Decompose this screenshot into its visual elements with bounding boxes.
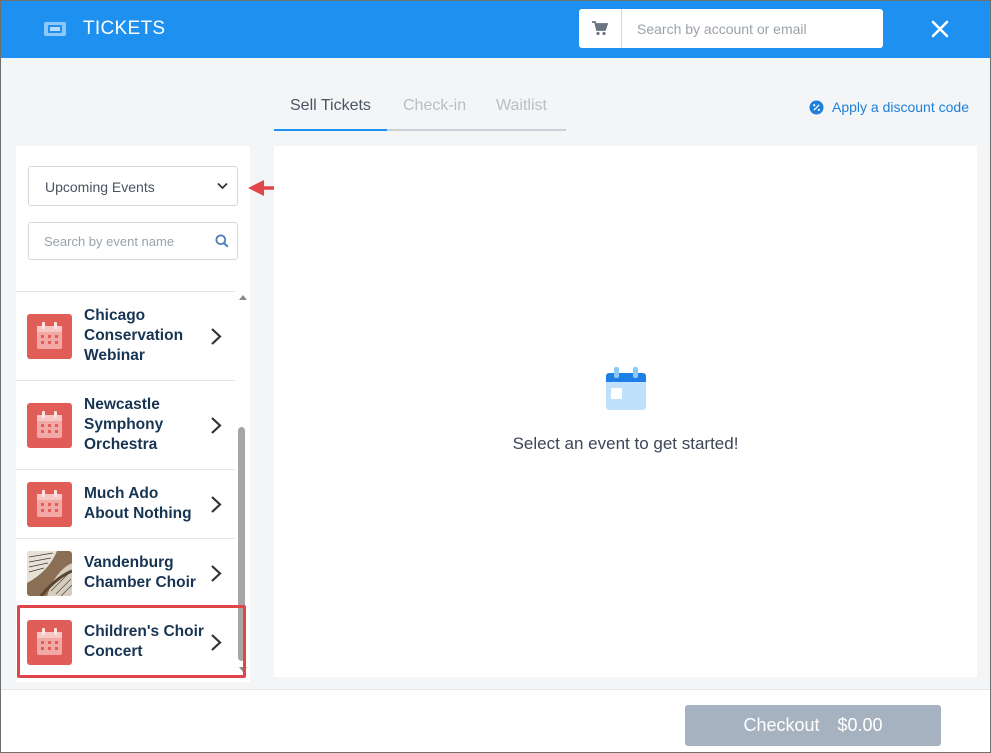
apply-discount-link[interactable]: Apply a discount code	[809, 97, 969, 117]
close-icon[interactable]	[928, 17, 952, 41]
event-thumbnail	[27, 314, 72, 359]
chevron-right-icon	[211, 565, 222, 582]
scroll-up-arrow[interactable]	[239, 295, 247, 300]
calendar-icon	[37, 411, 62, 438]
sheet-music-image	[27, 551, 72, 596]
tab-check-in[interactable]: Check-in	[403, 95, 466, 131]
scroll-down-arrow[interactable]	[239, 667, 247, 672]
event-name: Newcastle Symphony Orchestra	[84, 396, 164, 453]
checkout-label: Checkout	[743, 715, 820, 735]
chevron-right-icon	[211, 634, 222, 651]
chevron-down-icon	[217, 182, 228, 190]
event-item[interactable]: Much Ado About Nothing	[16, 470, 235, 539]
search-icon[interactable]	[215, 234, 229, 248]
event-list-scrollbar[interactable]	[235, 291, 250, 682]
chevron-right-icon	[211, 496, 222, 513]
calendar-icon	[37, 322, 62, 349]
tickets-window: TICKETS Sell Tickets Check-in Waitlist	[0, 0, 991, 753]
main-panel: Select an event to get started!	[274, 146, 977, 677]
account-search-input[interactable]	[623, 9, 879, 48]
empty-state-message: Select an event to get started!	[512, 434, 739, 453]
event-search-input[interactable]	[29, 223, 209, 259]
footer-bar: Checkout $0.00	[1, 689, 990, 752]
calendar-icon	[606, 367, 646, 410]
top-bar: TICKETS	[1, 1, 990, 58]
event-thumbnail	[27, 620, 72, 665]
discount-label: Apply a discount code	[832, 99, 969, 115]
tab-waitlist[interactable]: Waitlist	[496, 95, 547, 131]
event-sidebar: Upcoming Events Search by event name Chi…	[16, 146, 250, 682]
cart-button[interactable]	[579, 9, 622, 48]
event-name: Much Ado About Nothing	[84, 485, 192, 522]
ticket-icon	[44, 22, 66, 36]
cart-icon	[592, 21, 608, 36]
chevron-right-icon	[211, 417, 222, 434]
chevron-right-icon	[211, 328, 222, 345]
event-filter-value: Upcoming Events	[45, 179, 155, 195]
event-name: Vandenburg Chamber Choir	[84, 554, 196, 591]
event-search	[28, 222, 238, 260]
event-thumbnail	[27, 403, 72, 448]
active-tab-indicator	[274, 129, 387, 131]
event-list: Chicago Conservation Webinar Newcastle S…	[16, 291, 235, 682]
sheet-music-photo	[27, 551, 72, 596]
event-name: Chicago Conservation Webinar	[84, 307, 184, 364]
tab-sell-tickets[interactable]: Sell Tickets	[290, 95, 371, 131]
checkout-total: $0.00	[837, 715, 883, 735]
event-item[interactable]: Chicago Conservation Webinar	[16, 292, 235, 381]
calendar-icon	[37, 628, 62, 655]
account-search	[579, 9, 883, 48]
tab-bar: Sell Tickets Check-in Waitlist	[274, 95, 566, 131]
event-thumbnail	[27, 482, 72, 527]
checkout-button[interactable]: Checkout $0.00	[685, 705, 941, 746]
scroll-thumb[interactable]	[238, 427, 245, 661]
event-name: Children's Choir Concert	[84, 623, 204, 660]
event-item[interactable]: Children's Choir Concert	[16, 608, 235, 677]
event-item[interactable]: Newcastle Symphony Orchestra	[16, 381, 235, 470]
discount-badge-icon	[809, 100, 824, 114]
event-item[interactable]: Vandenburg Chamber Choir	[16, 539, 235, 608]
event-filter-select[interactable]: Upcoming Events	[28, 166, 238, 206]
app-title: TICKETS	[83, 18, 166, 39]
calendar-icon	[37, 490, 62, 517]
